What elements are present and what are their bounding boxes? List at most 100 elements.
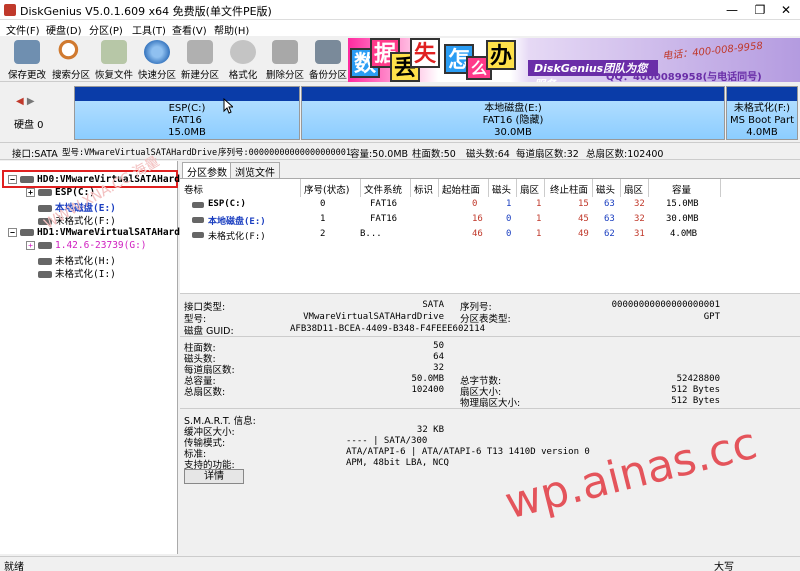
- table-row[interactable]: 未格式化(F:) 2 B... 46 0 1 49 62 31 4.0MB: [180, 228, 800, 243]
- info-capacity: 容量:50.0MB: [350, 149, 409, 160]
- partition-name: ESP(C:): [168, 103, 206, 114]
- tree-node-g[interactable]: +1.42.6-23739(G:): [26, 240, 147, 251]
- tree-node-unformatted-i[interactable]: 未格式化(I:): [38, 266, 116, 280]
- col-id[interactable]: 标识: [414, 182, 433, 196]
- search-partition-button[interactable]: 搜索分区: [50, 38, 92, 81]
- save-changes-button[interactable]: 保存更改: [6, 38, 48, 81]
- minimize-button[interactable]: —: [718, 1, 746, 19]
- menu-tools[interactable]: 工具(T): [132, 22, 166, 37]
- partition-icon: [38, 189, 52, 196]
- expand-icon[interactable]: +: [26, 241, 35, 250]
- expand-icon[interactable]: +: [26, 188, 35, 197]
- disk-details-panel: [180, 294, 800, 554]
- col-end-sector[interactable]: 扇区: [624, 182, 643, 196]
- info-interface: 接口:SATA: [12, 149, 58, 160]
- maximize-button[interactable]: ❐: [746, 1, 774, 19]
- col-index[interactable]: 序号(状态): [304, 182, 349, 196]
- tree-hd1-label: HD1:VMwareVirtualSATAHard: [37, 227, 180, 238]
- col-start-sector[interactable]: 扇区: [520, 182, 539, 196]
- partition-fs: MS Boot Part: [729, 115, 795, 126]
- partition-icon: [38, 271, 52, 278]
- delete-partition-button[interactable]: 删除分区: [264, 38, 306, 81]
- detail-transfer-value: ---- | SATA/300: [346, 436, 428, 446]
- info-cylinders: 柱面数:50: [412, 149, 456, 160]
- cell-start-sector: 1: [536, 214, 542, 224]
- cell-end-head: 63: [604, 214, 615, 224]
- info-model: 型号:VMwareVirtualSATAHardDrive: [62, 148, 218, 158]
- ad-banner[interactable]: 数 据 丢 失 怎 么 办 DiskGenius团队为您服务 电话：400-00…: [348, 38, 800, 82]
- backup-partition-button[interactable]: 备份分区: [307, 38, 349, 81]
- divider: [180, 336, 800, 337]
- col-end-head[interactable]: 磁头: [596, 182, 615, 196]
- detail-sec-value: 102400: [411, 385, 444, 395]
- table-row[interactable]: 本地磁盘(E:) 1 FAT16 16 0 1 45 63 32 30.0MB: [180, 213, 800, 228]
- tab-partition-params[interactable]: 分区参数: [182, 162, 232, 179]
- save-icon: [14, 40, 40, 64]
- close-button[interactable]: ✕: [772, 1, 800, 19]
- partition-fs: FAT16 (隐藏): [482, 115, 544, 126]
- menu-partition[interactable]: 分区(P): [89, 22, 123, 37]
- partition-block-local-disk[interactable]: 本地磁盘(E:) FAT16 (隐藏) 30.0MB: [301, 86, 725, 140]
- quick-partition-icon: [144, 40, 170, 64]
- tree-node-hd1[interactable]: − HD1:VMwareVirtualSATAHard: [8, 227, 180, 238]
- menu-help[interactable]: 帮助(H): [214, 22, 249, 37]
- detail-cap-value: 50.0MB: [411, 374, 444, 384]
- format-icon: [230, 40, 256, 64]
- quick-partition-button[interactable]: 快速分区: [136, 38, 178, 81]
- col-start-head[interactable]: 磁头: [492, 182, 511, 196]
- disk-label: 硬盘 0: [14, 120, 44, 131]
- detail-serial-value: 00000000000000000001: [611, 300, 720, 310]
- tab-browse-files[interactable]: 浏览文件: [230, 162, 280, 179]
- detail-physsec-value: 512 Bytes: [671, 396, 720, 406]
- col-volume[interactable]: 卷标: [184, 182, 203, 196]
- tree-node-unformatted-h[interactable]: 未格式化(H:): [38, 253, 116, 267]
- menu-bar: 文件(F) 硬盘(D) 分区(P) 工具(T) 查看(V) 帮助(H): [0, 20, 800, 37]
- details-button[interactable]: 详情: [184, 469, 244, 484]
- column-divider: [410, 179, 411, 197]
- partition-block-unformatted[interactable]: 未格式化(F:) MS Boot Part 4.0MB: [726, 86, 798, 140]
- menu-disk[interactable]: 硬盘(D): [46, 22, 82, 37]
- partition-table: 卷标 序号(状态) 文件系统 标识 起始柱面 磁头 扇区 终止柱面 磁头 扇区 …: [180, 179, 800, 294]
- collapse-icon[interactable]: −: [8, 228, 17, 237]
- partition-block-esp[interactable]: ESP(C:) FAT16 15.0MB: [74, 86, 300, 140]
- partition-size: 4.0MB: [746, 127, 778, 138]
- cell-end-cyl: 15: [578, 199, 589, 209]
- collapse-icon[interactable]: −: [8, 175, 17, 184]
- backup-partition-label: 备份分区: [308, 70, 347, 81]
- cell-start-sector: 1: [536, 199, 542, 209]
- window-title: DiskGenius V5.0.1.609 x64 免费版(单文件PE版): [20, 5, 272, 18]
- banner-phone: 电话：400-008-9958: [661, 40, 764, 63]
- col-filesystem[interactable]: 文件系统: [364, 182, 402, 196]
- detail-physsec-label: 物理扇区大小:: [460, 398, 521, 409]
- col-start-cyl[interactable]: 起始柱面: [442, 182, 480, 196]
- banner-qq: QQ：4000089958(与电话同号): [606, 72, 762, 82]
- column-divider: [620, 179, 621, 197]
- recover-file-icon: [101, 40, 127, 64]
- menu-file[interactable]: 文件(F): [6, 22, 40, 37]
- detail-interface-value: SATA: [422, 300, 444, 310]
- col-capacity[interactable]: 容量: [672, 182, 691, 196]
- col-end-cyl[interactable]: 终止柱面: [550, 182, 588, 196]
- column-divider: [488, 179, 489, 197]
- cell-fs: B...: [360, 229, 382, 239]
- detail-guid-label: 磁盘 GUID:: [184, 326, 234, 337]
- column-divider: [544, 179, 545, 197]
- column-divider: [648, 179, 649, 197]
- new-partition-button[interactable]: 新建分区: [179, 38, 221, 81]
- menu-view[interactable]: 查看(V): [172, 22, 207, 37]
- cell-start-head: 1: [506, 199, 512, 209]
- next-disk-button[interactable]: ▶: [27, 96, 35, 107]
- backup-partition-icon: [315, 40, 341, 64]
- partition-bar: [302, 87, 724, 101]
- cell-end-cyl: 49: [578, 229, 589, 239]
- cell-start-sector: 1: [536, 229, 542, 239]
- cell-end-head: 63: [604, 199, 615, 209]
- column-divider: [360, 179, 361, 197]
- cell-capacity: 30.0MB: [666, 214, 699, 224]
- cell-capacity: 4.0MB: [670, 229, 698, 239]
- partition-fs: FAT16: [172, 115, 202, 126]
- prev-disk-button[interactable]: ◀: [16, 96, 24, 107]
- table-row[interactable]: ESP(C:) 0 FAT16 0 1 1 15 63 32 15.0MB: [180, 198, 800, 213]
- cell-start-head: 0: [506, 229, 512, 239]
- recover-file-button[interactable]: 恢复文件: [93, 38, 135, 81]
